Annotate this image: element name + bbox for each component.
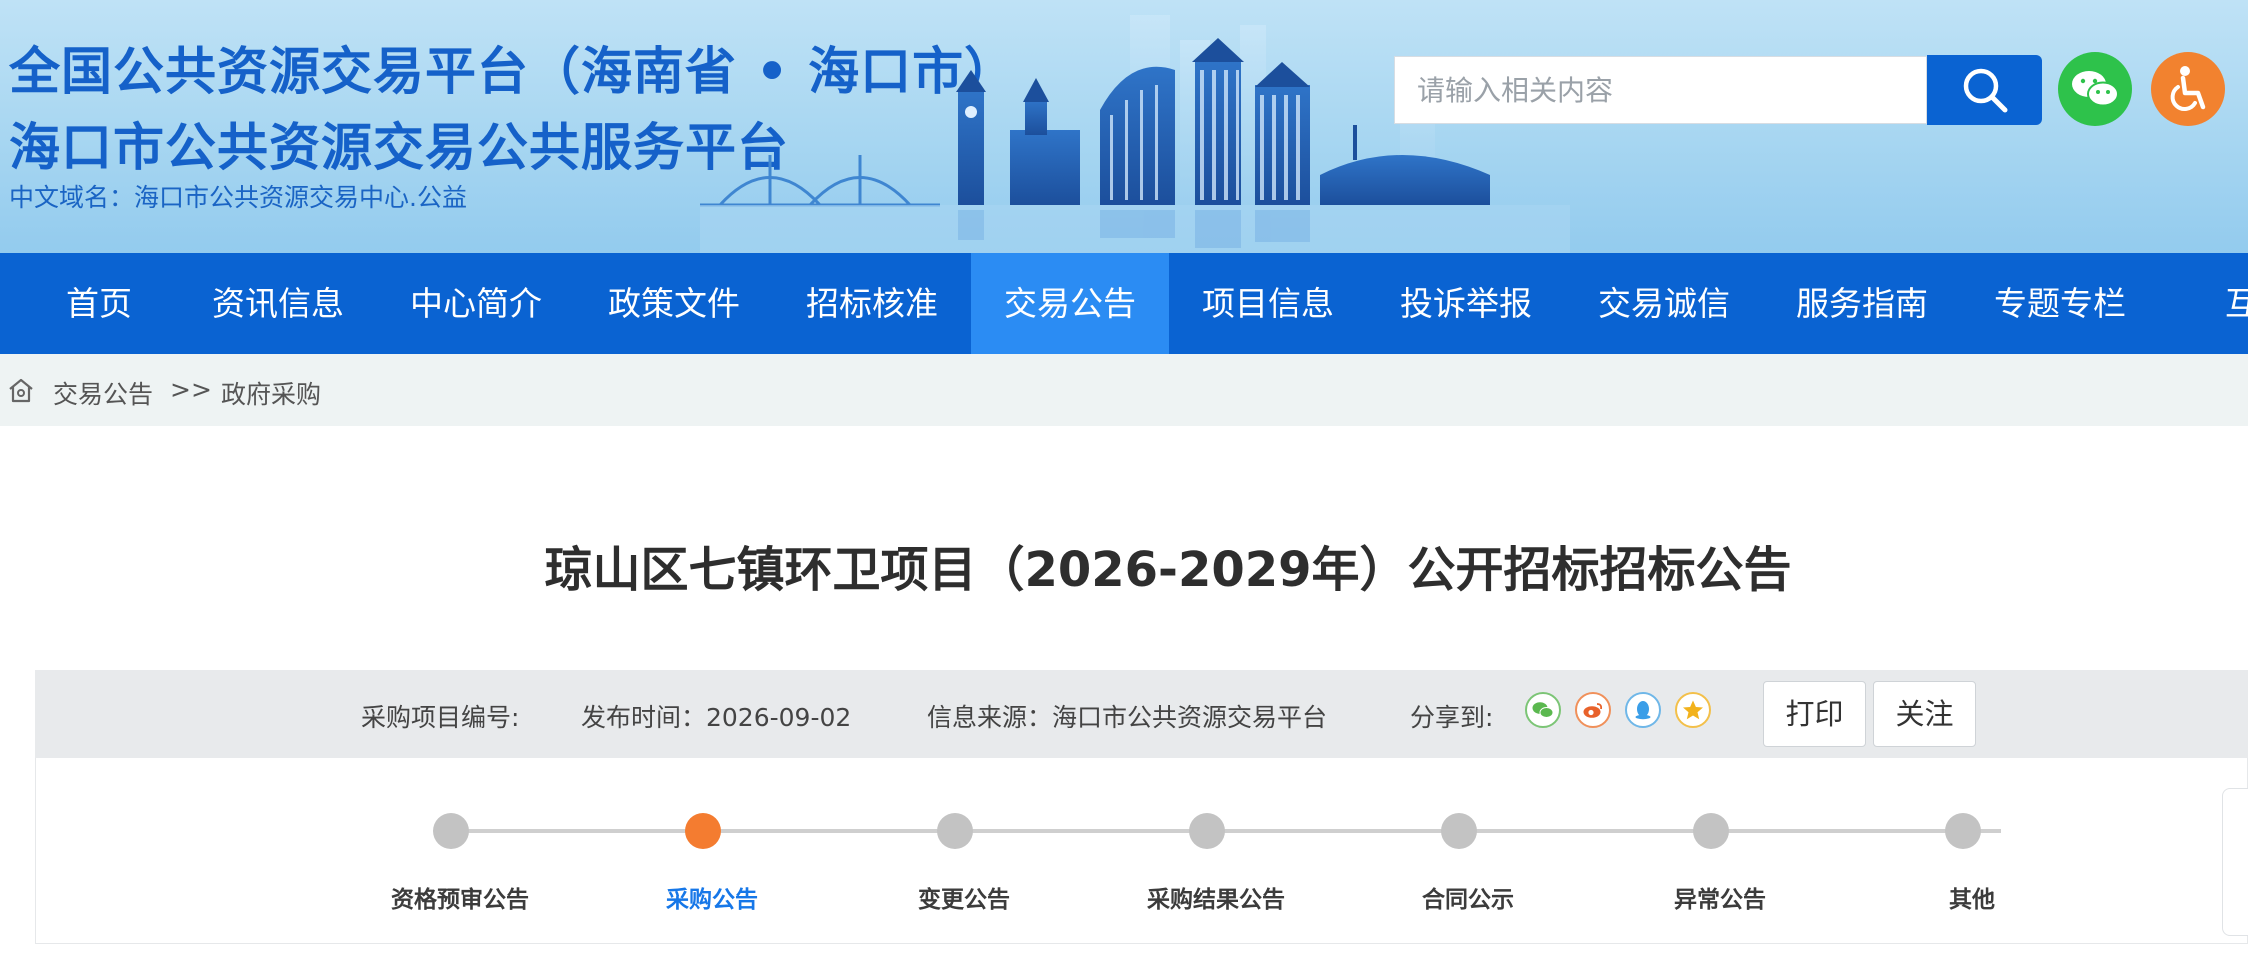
share-label: 分享到: [1410, 703, 1494, 732]
star-icon [1683, 700, 1703, 720]
search-input[interactable] [1394, 56, 1927, 124]
accessibility-button[interactable] [2151, 52, 2225, 126]
timeline-label-abnormal[interactable]: 异常公告 [1610, 880, 1830, 914]
site-title-line2: 海口市公共资源交易公共服务平台 [9, 119, 790, 178]
weibo-icon [1583, 703, 1603, 718]
nav-item-special[interactable]: 专题专栏 [1961, 253, 2159, 354]
site-header: 全国公共资源交易平台（海南省 • 海口市） 海口市公共资源交易公共服务平台 中文… [0, 0, 2248, 253]
nav-item-interaction[interactable]: 互动 [2159, 253, 2248, 354]
city-skyline-banner [700, 15, 1570, 253]
timeline-track [451, 829, 2001, 833]
info-source: 信息来源：海口市公共资源交易平台 [927, 703, 1328, 732]
qq-icon [1635, 701, 1651, 720]
breadcrumb-trade-notice[interactable]: 交易公告 [53, 375, 153, 411]
timeline-dot-change[interactable] [937, 813, 973, 849]
wechat-icon [2072, 71, 2119, 107]
timeline-dot-result[interactable] [1189, 813, 1225, 849]
timeline-label-contract[interactable]: 合同公示 [1358, 880, 1578, 914]
home-icon[interactable] [7, 376, 35, 404]
breadcrumb-separator: >> [170, 375, 212, 404]
project-number-label: 采购项目编号: [361, 703, 520, 732]
accessibility-icon [2170, 66, 2206, 111]
nav-item-about[interactable]: 中心简介 [377, 253, 575, 354]
nav-item-policy[interactable]: 政策文件 [575, 253, 773, 354]
timeline-label-prequalification[interactable]: 资格预审公告 [350, 880, 570, 914]
nav-item-project-info[interactable]: 项目信息 [1169, 253, 1367, 354]
article-info-bar: 采购项目编号: 发布时间：2026-09-02 信息来源：海口市公共资源交易平台… [35, 670, 2248, 758]
timeline-label-other[interactable]: 其他 [1862, 880, 2082, 914]
share-qzone-button[interactable] [1675, 692, 1711, 728]
share-qq-button[interactable] [1625, 692, 1661, 728]
chinese-domain-name: 中文域名：海口市公共资源交易中心.公益 [9, 183, 467, 212]
breadcrumb-gov-procurement[interactable]: 政府采购 [221, 375, 321, 411]
print-button[interactable]: 打印 [1763, 681, 1866, 747]
timeline-label-change[interactable]: 变更公告 [854, 880, 1074, 914]
timeline-dot-abnormal[interactable] [1693, 813, 1729, 849]
search-button[interactable] [1927, 55, 2042, 125]
search-icon [1963, 68, 2007, 113]
wechat-icon [1532, 702, 1554, 718]
nav-item-home[interactable]: 首页 [0, 253, 198, 354]
nav-item-complaint[interactable]: 投诉举报 [1367, 253, 1565, 354]
wechat-button[interactable] [2058, 52, 2132, 126]
nav-item-guide[interactable]: 服务指南 [1763, 253, 1961, 354]
timeline-dot-prequalification[interactable] [433, 813, 469, 849]
side-floating-tab[interactable] [2222, 788, 2248, 936]
timeline-label-result[interactable]: 采购结果公告 [1106, 880, 1326, 914]
main-nav: 首页 资讯信息 中心简介 政策文件 招标核准 交易公告 项目信息 投诉举报 交易… [0, 253, 2248, 354]
notice-timeline: 资格预审公告 采购公告 变更公告 采购结果公告 合同公示 异常公告 其他 [35, 758, 2248, 944]
nav-item-news[interactable]: 资讯信息 [179, 253, 377, 354]
breadcrumb: 交易公告 >> 政府采购 [0, 354, 2248, 426]
timeline-dot-procurement[interactable] [685, 813, 721, 849]
share-weibo-button[interactable] [1575, 692, 1611, 728]
article-title: 琼山区七镇环卫项目（2026-2029年）公开招标招标公告 [544, 542, 1792, 598]
timeline-dot-other[interactable] [1945, 813, 1981, 849]
timeline-dot-contract[interactable] [1441, 813, 1477, 849]
publish-time: 发布时间：2026-09-02 [581, 703, 852, 732]
share-wechat-button[interactable] [1525, 692, 1561, 728]
nav-item-bid-approval[interactable]: 招标核准 [773, 253, 971, 354]
nav-item-trade-notice[interactable]: 交易公告 [971, 253, 1169, 354]
timeline-label-procurement[interactable]: 采购公告 [602, 880, 822, 914]
nav-item-credit[interactable]: 交易诚信 [1565, 253, 1763, 354]
follow-button[interactable]: 关注 [1873, 681, 1976, 747]
